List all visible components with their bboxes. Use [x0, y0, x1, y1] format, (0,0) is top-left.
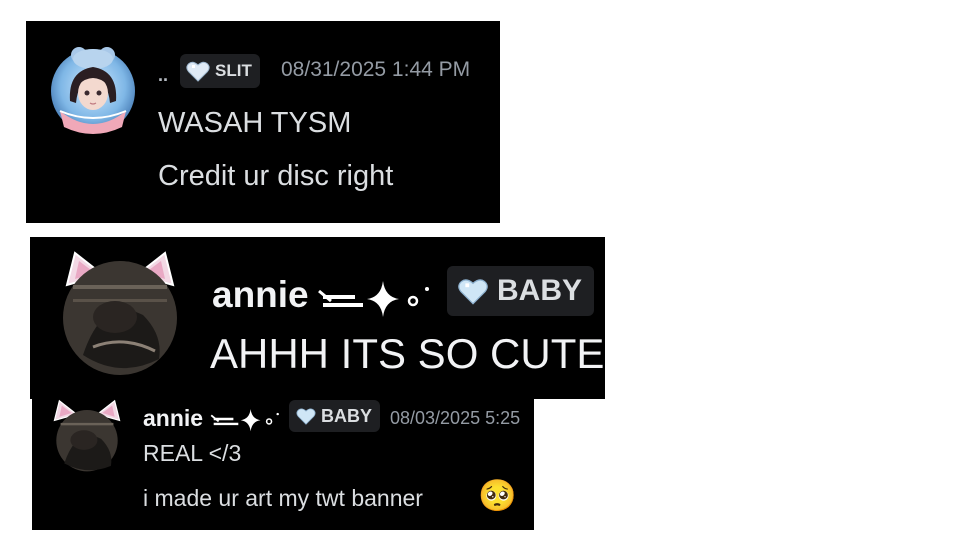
sparkle-decoration-icon: [318, 281, 429, 317]
role-tag-label: BABY: [497, 274, 583, 307]
timestamp[interactable]: 08/03/2025 5:25: [390, 408, 520, 429]
author-name[interactable]: annie: [143, 405, 203, 432]
heart-icon: [186, 61, 210, 82]
message-line: Credit ur disc right: [158, 160, 394, 192]
avatar[interactable]: [52, 399, 122, 472]
cat-ear-avatar-icon: [63, 251, 177, 375]
cat-ear-avatar-icon: [53, 399, 121, 472]
message-line: AHHH ITS SO CUTE: [210, 330, 605, 377]
message-card-1: .. SLIT 08/31/2025 1:44 PM WASAH TYSM Cr…: [26, 21, 500, 223]
avatar[interactable]: [63, 251, 177, 375]
pleading-face-emoji[interactable]: 🥺: [478, 478, 517, 514]
role-tag[interactable]: SLIT: [180, 54, 260, 88]
message-line: REAL </3: [143, 440, 242, 466]
role-tag[interactable]: BABY: [289, 400, 381, 432]
heart-icon: [296, 408, 316, 425]
heart-icon: [458, 279, 488, 305]
anime-girl-avatar-icon: [51, 47, 135, 134]
timestamp[interactable]: 08/31/2025 1:44 PM: [281, 58, 470, 82]
sparkle-decoration-icon: [210, 409, 279, 432]
role-tag-label: BABY: [321, 405, 373, 426]
role-tag-label: SLIT: [215, 61, 252, 80]
message-card-2: annie BABY AHHH ITS SO CUTE: [30, 237, 605, 399]
message-line: i made ur art my twt banner: [143, 485, 423, 511]
author-name[interactable]: ..: [158, 65, 168, 86]
message-line: WASAH TYSM: [158, 107, 352, 139]
author-name[interactable]: annie: [212, 274, 309, 316]
avatar[interactable]: [46, 41, 140, 135]
role-tag[interactable]: BABY: [447, 266, 595, 316]
message-card-3: annie BABY 08/03/2025 5:25 REAL </3 i ma…: [32, 398, 534, 530]
